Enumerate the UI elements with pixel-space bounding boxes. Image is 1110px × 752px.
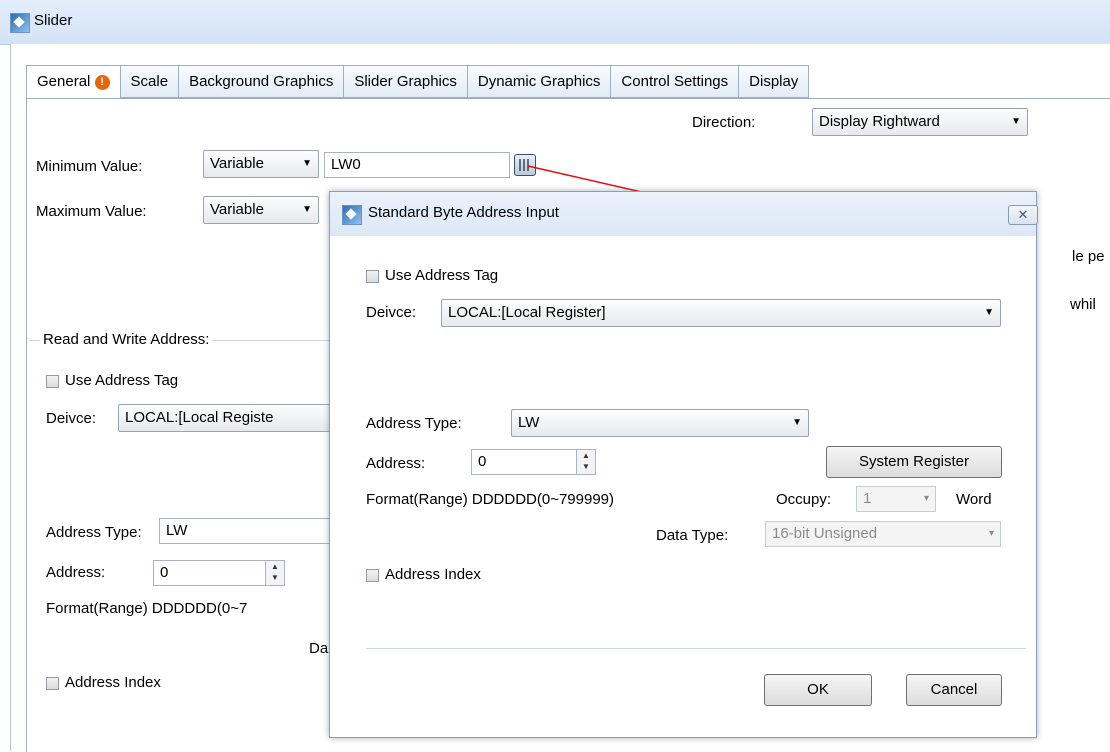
dlg-address-type-label: Address Type: <box>366 415 462 432</box>
spin-down-icon: ▼ <box>271 573 279 582</box>
checkbox-icon <box>366 269 379 283</box>
max-value-label: Maximum Value: <box>36 203 147 220</box>
occupy-select: 1 ▾ <box>856 486 936 512</box>
data-type-select: 16-bit Unsigned ▾ <box>765 521 1001 547</box>
chevron-down-icon: ▾ <box>988 528 994 539</box>
data-type-value: 16-bit Unsigned <box>772 525 878 542</box>
occupy-label: Occupy: <box>776 491 832 508</box>
right-text-2: whil <box>1070 296 1096 313</box>
chevron-down-icon: ▼ <box>302 158 312 169</box>
direction-value: Display Rightward <box>819 113 940 130</box>
address-index-checkbox[interactable]: Address Index <box>46 674 161 691</box>
checkbox-icon <box>46 374 59 388</box>
dialog-title: Standard Byte Address Input <box>368 204 559 221</box>
direction-label: Direction: <box>692 114 756 131</box>
device-label: Deivce: <box>46 410 97 427</box>
device-select[interactable]: LOCAL:[Local Registe <box>118 404 330 432</box>
dlg-address-index-checkbox[interactable]: Address Index <box>366 566 481 583</box>
dlg-address-type-value: LW <box>518 414 540 431</box>
dlg-device-value: LOCAL:[Local Register] <box>448 304 606 321</box>
min-type-select[interactable]: Variable ▼ <box>203 150 319 178</box>
use-tag-checkbox[interactable]: Use Address Tag <box>46 372 178 389</box>
min-type-value: Variable <box>210 155 264 172</box>
dlg-use-tag-label: Use Address Tag <box>385 267 499 284</box>
system-register-button[interactable]: System Register <box>826 446 1002 478</box>
ok-button[interactable]: OK <box>764 674 872 706</box>
occupy-value: 1 <box>863 490 872 507</box>
min-value-label: Minimum Value: <box>36 158 143 175</box>
warning-icon: ! <box>94 74 110 90</box>
dialog-titlebar: Standard Byte Address Input ✕ <box>330 192 1038 236</box>
tab-control-settings[interactable]: Control Settings <box>610 65 739 98</box>
address-type-select[interactable]: LW <box>159 518 331 544</box>
address-input[interactable]: 0 ▲ ▼ <box>153 560 285 586</box>
tab-display[interactable]: Display <box>738 65 810 98</box>
address-label: Address: <box>46 564 106 581</box>
dlg-device-select[interactable]: LOCAL:[Local Register] ▼ <box>441 299 1001 327</box>
dialog-icon <box>342 205 362 225</box>
dlg-address-label: Address: <box>366 455 426 472</box>
tab-general-label: General <box>37 73 91 90</box>
tab-dynamic-graphics[interactable]: Dynamic Graphics <box>466 65 611 98</box>
window-titlebar: Slider <box>0 0 1110 45</box>
address-spinner[interactable]: ▲ ▼ <box>265 561 284 585</box>
format-text: Format(Range) DDDDDD(0~7 <box>46 600 248 617</box>
checkbox-icon <box>366 568 379 582</box>
dlg-address-spinner[interactable]: ▲ ▼ <box>576 450 595 474</box>
spin-up-icon: ▲ <box>271 562 279 571</box>
chevron-down-icon: ▼ <box>984 307 994 318</box>
min-value-input[interactable]: LW0 <box>324 152 510 178</box>
checkbox-icon <box>46 676 59 690</box>
spin-up-icon: ▲ <box>582 451 590 460</box>
device-value: LOCAL:[Local Registe <box>125 409 274 426</box>
max-type-select[interactable]: Variable ▼ <box>203 196 319 224</box>
window-title: Slider <box>34 12 73 29</box>
tab-scale[interactable]: Scale <box>119 65 179 98</box>
close-icon[interactable]: ✕ <box>1008 205 1038 225</box>
chevron-down-icon: ▼ <box>792 417 802 428</box>
tab-strip: General ! Scale Background Graphics Slid… <box>26 65 810 100</box>
app-icon <box>10 13 30 33</box>
cancel-button[interactable]: Cancel <box>906 674 1002 706</box>
spin-down-icon: ▼ <box>582 462 590 471</box>
dlg-format-text: Format(Range) DDDDDD(0~799999) <box>366 491 615 508</box>
use-tag-label: Use Address Tag <box>65 372 179 389</box>
tab-slider-graphics[interactable]: Slider Graphics <box>343 65 467 98</box>
address-index-label: Address Index <box>65 674 161 691</box>
address-type-label: Address Type: <box>46 524 142 541</box>
max-type-value: Variable <box>210 201 264 218</box>
data-type-partial: Da <box>309 640 329 657</box>
address-input-dialog: Standard Byte Address Input ✕ Use Addres… <box>329 191 1038 738</box>
data-type-label: Data Type: <box>656 527 729 544</box>
dlg-address-input[interactable]: 0 ▲ ▼ <box>471 449 596 475</box>
address-value: 0 <box>160 564 169 581</box>
occupy-unit: Word <box>956 491 992 508</box>
dlg-address-type-select[interactable]: LW ▼ <box>511 409 809 437</box>
dlg-use-tag-checkbox[interactable]: Use Address Tag <box>366 267 498 284</box>
chevron-down-icon: ▼ <box>1011 116 1021 127</box>
dlg-address-index-label: Address Index <box>385 566 481 583</box>
tab-general[interactable]: General ! <box>26 65 120 100</box>
chevron-down-icon: ▼ <box>302 204 312 215</box>
right-text-1: le pe <box>1072 248 1105 265</box>
dlg-address-value: 0 <box>478 453 487 470</box>
rw-group-label: Read and Write Address: <box>40 331 213 348</box>
chevron-down-icon: ▾ <box>923 493 929 504</box>
dialog-divider <box>366 648 1026 649</box>
direction-select[interactable]: Display Rightward ▼ <box>812 108 1028 136</box>
dlg-device-label: Deivce: <box>366 304 417 321</box>
tab-background-graphics[interactable]: Background Graphics <box>178 65 344 98</box>
